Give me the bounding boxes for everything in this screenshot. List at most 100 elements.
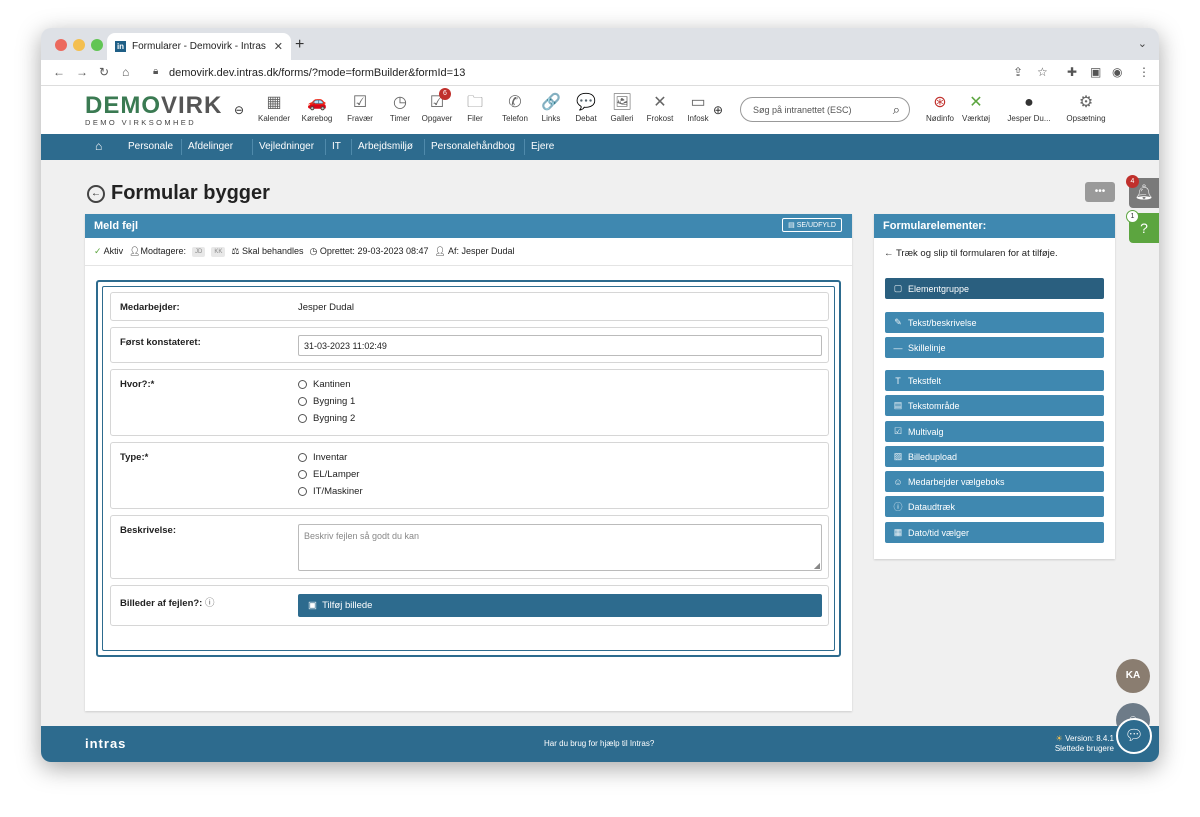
toolbar-avatar[interactable]: ● Jesper Du...: [1003, 92, 1055, 123]
nav-item-ejere[interactable]: Ejere: [531, 141, 554, 152]
browser-menu-icon[interactable]: ⋮: [1138, 65, 1150, 79]
new-tab-icon[interactable]: +: [295, 36, 304, 54]
radio-icon: [298, 414, 307, 423]
recipient-chip[interactable]: KK: [211, 246, 226, 257]
field-employee[interactable]: Medarbejder: Jesper Dudal: [110, 292, 829, 321]
sidebar-toggle-icon[interactable]: ▣: [1090, 65, 1101, 79]
element-tekstfelt[interactable]: T Tekstfelt: [885, 370, 1104, 391]
radio-option[interactable]: IT/Maskiner: [298, 486, 363, 497]
toolbar-opgaver[interactable]: ☑ 6 Opgaver: [418, 88, 456, 123]
toolbar-infosk[interactable]: ▭ Infosk: [679, 92, 717, 123]
back-arrow-icon[interactable]: ←: [87, 184, 105, 203]
page-content: ← Formular bygger ••• 4 🔔︎ 1 ? Meld fejl…: [41, 160, 1159, 739]
toolbar-links[interactable]: 🔗 Links: [532, 92, 570, 123]
chevron-down-icon[interactable]: ⌄: [1138, 37, 1147, 50]
toolbar-timer[interactable]: ◷ Timer: [381, 92, 419, 123]
toolbar-filer[interactable]: 🗀 Filer: [456, 92, 494, 123]
radio-option[interactable]: Bygning 2: [298, 413, 355, 424]
logo[interactable]: DEMOVIRK DEMO VIRKSOMHED: [85, 94, 222, 128]
nav-item-vejledninger[interactable]: Vejledninger: [259, 141, 314, 152]
reload-icon[interactable]: ↻: [99, 65, 109, 79]
element-multivalg[interactable]: ☑ Multivalg: [885, 421, 1104, 442]
created: ◷ Oprettet: 29-03-2023 08:47: [309, 246, 429, 256]
nav-item-personalehåndbog[interactable]: Personalehåndbog: [431, 141, 515, 152]
info-icon[interactable]: ⓘ: [205, 598, 215, 609]
avatar[interactable]: KA: [1116, 659, 1150, 693]
search-icon[interactable]: ⌕: [893, 102, 900, 118]
field-first-detected[interactable]: Først konstateret: 31-03-2023 11:02:49: [110, 327, 829, 363]
maximize-window-button[interactable]: [91, 39, 103, 51]
home-icon[interactable]: ⌂: [95, 139, 102, 153]
chat-button[interactable]: 💬︎: [1116, 718, 1152, 754]
form-builder-area[interactable]: Medarbejder: Jesper Dudal Først konstate…: [96, 280, 841, 657]
field-description[interactable]: Beskrivelse: Beskriv fejlen så godt du k…: [110, 515, 829, 579]
form-header: Meld fejl ▤ SE/UDFYLD: [85, 214, 852, 238]
url-field[interactable]: demovirk.dev.intras.dk/forms/?mode=formB…: [169, 67, 465, 79]
minimize-window-button[interactable]: [73, 39, 85, 51]
scroll-left-icon[interactable]: ⊖: [234, 103, 244, 117]
back-icon[interactable]: ←: [53, 65, 65, 79]
field-type[interactable]: Type:* Inventar EL/Lamper IT/Maskiner: [110, 442, 829, 509]
nav-item-arbejdsmiljø[interactable]: Arbejdsmiljø: [358, 141, 413, 152]
radio-option[interactable]: Inventar: [298, 452, 347, 463]
radio-option[interactable]: Bygning 1: [298, 396, 355, 407]
page-title: ← Formular bygger: [87, 182, 270, 205]
close-window-button[interactable]: [55, 39, 67, 51]
browser-tab[interactable]: in Formularer - Demovirk - Intras ✕: [107, 33, 291, 60]
divider-icon: —: [893, 342, 903, 353]
form-group: Medarbejder: Jesper Dudal Først konstate…: [102, 286, 835, 651]
help-button[interactable]: 1 ?: [1126, 210, 1159, 243]
share-icon[interactable]: ⇪: [1013, 65, 1023, 79]
field-where[interactable]: Hvor?:* Kantinen Bygning 1 Bygning 2: [110, 369, 829, 436]
field-images[interactable]: Billeder af fejlen?: ⓘ ▣ Tilføj billede: [110, 585, 829, 626]
add-image-button[interactable]: ▣ Tilføj billede: [298, 594, 822, 617]
search-input[interactable]: Søg på intranettet (ESC) ⌕: [740, 97, 910, 122]
recipient-chip[interactable]: JD: [192, 246, 206, 257]
element-dato-tid-vælger[interactable]: ▦ Dato/tid vælger: [885, 522, 1104, 543]
textarea-icon: ▤: [893, 400, 903, 410]
people-icon: ☺: [893, 476, 903, 487]
element-tekstområde[interactable]: ▤ Tekstområde: [885, 395, 1104, 416]
footer-help-link[interactable]: Har du brug for hjælp til Intras?: [544, 739, 654, 748]
description-textarea[interactable]: Beskriv fejlen så godt du kan ◢: [298, 524, 822, 571]
element-dataudtræk[interactable]: ⓘ Dataudtræk: [885, 496, 1104, 517]
nav-item-personale[interactable]: Personale: [128, 141, 173, 152]
nav-item-it[interactable]: IT: [332, 141, 341, 152]
radio-icon: [298, 470, 307, 479]
toolbar-kalender[interactable]: ▦ Kalender: [255, 92, 293, 123]
radio-icon: [298, 453, 307, 462]
bookmark-star-icon[interactable]: ☆: [1037, 65, 1048, 79]
resize-grip-icon[interactable]: ◢: [814, 561, 820, 570]
home-icon[interactable]: ⌂: [122, 65, 129, 79]
toolbar-kørebog[interactable]: 🚗 Kørebog: [298, 92, 336, 123]
toolbar-galleri[interactable]: 🖼 Galleri: [603, 92, 641, 123]
element-medarbejder-vælgeboks[interactable]: ☺ Medarbejder vælgeboks: [885, 471, 1104, 492]
radio-option[interactable]: Kantinen: [298, 379, 351, 390]
toolbar-tools[interactable]: ✕ Værktøj: [954, 92, 998, 123]
toolbar-debat[interactable]: 💬 Debat: [567, 92, 605, 123]
tab-close-icon[interactable]: ✕: [274, 40, 283, 53]
phone-icon: ✆: [508, 94, 522, 111]
se-udfyld-button[interactable]: ▤ SE/UDFYLD: [782, 218, 842, 232]
more-button[interactable]: •••: [1085, 182, 1115, 202]
forward-icon[interactable]: →: [76, 65, 88, 79]
element-elementgruppe[interactable]: ▢ Elementgruppe: [885, 278, 1104, 299]
extensions-icon[interactable]: ✚: [1067, 65, 1077, 79]
element-skillelinje[interactable]: — Skillelinje: [885, 337, 1104, 358]
car-icon: 🚗: [307, 94, 327, 111]
toolbar-frokost[interactable]: ✕ Frokost: [641, 92, 679, 123]
element-tekst-beskrivelse[interactable]: ✎ Tekst/beskrivelse: [885, 312, 1104, 333]
deleted-users-link[interactable]: Slettede brugere: [1055, 744, 1114, 754]
toolbar-telefon[interactable]: ✆ Telefon: [496, 92, 534, 123]
notifications-button[interactable]: 4 🔔︎: [1126, 175, 1159, 208]
scroll-right-icon[interactable]: ⊕: [713, 103, 723, 117]
datetime-input[interactable]: 31-03-2023 11:02:49: [298, 335, 822, 356]
nav-item-afdelinger[interactable]: Afdelinger: [188, 141, 233, 152]
toolbar-gear[interactable]: ⚙ Opsætning: [1064, 92, 1108, 123]
profile-icon[interactable]: ◉: [1112, 65, 1122, 79]
element-billedupload[interactable]: ▨ Billedupload: [885, 446, 1104, 467]
radio-option[interactable]: EL/Lamper: [298, 469, 359, 480]
recipients: 👤︎Modtagere:: [129, 246, 187, 256]
toolbar-fravær[interactable]: ☑ Fravær: [341, 92, 379, 123]
site-info-icon[interactable]: 🔒︎: [153, 66, 158, 77]
